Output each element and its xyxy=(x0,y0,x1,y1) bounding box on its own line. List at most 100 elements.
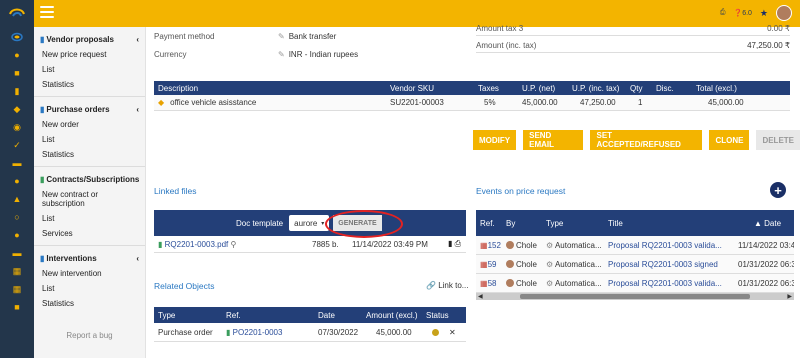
field-label: Amount tax 3 xyxy=(476,24,524,33)
scroll-left-icon[interactable]: ◀ xyxy=(478,293,483,300)
col-status: Status xyxy=(426,310,449,320)
circle-logo-icon[interactable] xyxy=(0,28,34,46)
col-up-net: U.P. (net) xyxy=(522,83,556,93)
sidebar-group-purchase-orders: ▮ Purchase orders ‹ New order List Statist… xyxy=(34,97,145,167)
search-icon[interactable]: ⚲ xyxy=(230,240,236,249)
field-value: 47,250.00 ₹ xyxy=(747,41,790,50)
add-event-button[interactable]: + xyxy=(770,182,786,198)
event-title[interactable]: Proposal RQ2201-0003 signed xyxy=(604,260,734,269)
clone-button[interactable]: CLONE xyxy=(709,130,750,150)
order-icon: ▮ xyxy=(226,327,231,337)
related-objects-title: Related Objects xyxy=(154,281,215,291)
print-icon[interactable]: ⎙ xyxy=(455,239,461,248)
set-accepted-button[interactable]: SET ACCEPTED/REFUSED xyxy=(590,130,703,150)
main-content: Payment method ✎ Bank transfer Currency ✎… xyxy=(146,24,800,358)
help-icon[interactable]: ❓6.0 xyxy=(733,9,751,17)
sidebar-item-statistics[interactable]: Statistics xyxy=(34,147,145,162)
linked-files-title: Linked files xyxy=(154,186,197,196)
sidebar-item-new-price-request[interactable]: New price request xyxy=(34,47,145,62)
sidebar-item-new-order[interactable]: New order xyxy=(34,117,145,132)
order-icon: ▮ xyxy=(40,105,45,114)
sidebar-group-interventions: ▮ Interventions ‹ New intervention List St… xyxy=(34,246,145,315)
sidebar-item-statistics[interactable]: Statistics xyxy=(34,296,145,311)
star-icon[interactable]: ★ xyxy=(760,8,768,19)
coins-icon[interactable]: ● xyxy=(0,172,34,190)
sidebar-group-header[interactable]: ▮ Vendor proposals ‹ xyxy=(34,30,145,47)
home-icon[interactable]: ● xyxy=(0,46,34,64)
highlight-circle xyxy=(325,210,403,238)
unlink-icon[interactable]: ✕ xyxy=(449,328,456,337)
calendar-icon[interactable]: ▦ xyxy=(0,262,34,280)
box-icon[interactable]: ◆ xyxy=(0,100,34,118)
sidebar-item-statistics[interactable]: Statistics xyxy=(34,77,145,92)
report-bug-link[interactable]: Report a bug xyxy=(34,331,145,340)
chevron-left-icon: ‹ xyxy=(136,35,139,44)
event-date: 01/31/2022 06:39 P xyxy=(738,259,794,269)
sidebar-group-header[interactable]: ▮ Contracts/Subscriptions xyxy=(34,170,145,187)
col-date[interactable]: ▲ Date xyxy=(734,219,794,228)
table-row[interactable]: ▦152 Chole ⚙ Automatica... Proposal RQ22… xyxy=(476,236,794,255)
event-title[interactable]: Proposal RQ2201-0003 valida... xyxy=(604,241,734,250)
pencil-icon[interactable]: ✎ xyxy=(278,50,285,59)
chevron-left-icon: ‹ xyxy=(136,105,139,114)
top-right-tools: ⎙ ❓6.0 ★ xyxy=(720,5,792,21)
events-title: Events on price request xyxy=(476,186,566,196)
file-icon: ▮ xyxy=(158,239,163,249)
gear-icon: ⚙ xyxy=(546,259,554,269)
modify-button[interactable]: MODIFY xyxy=(473,130,517,150)
template-select[interactable]: aurore ▾ xyxy=(289,215,330,231)
gift-icon[interactable]: ▦ xyxy=(0,280,34,298)
related-ref[interactable]: PO2201-0003 xyxy=(233,328,283,337)
folder-icon[interactable]: ▬ xyxy=(0,244,34,262)
table-row[interactable]: ▦59 Chole ⚙ Automatica... Proposal RQ220… xyxy=(476,255,794,274)
scroll-right-icon[interactable]: ▶ xyxy=(787,293,792,300)
print-icon[interactable]: ⎙ xyxy=(720,9,726,17)
sidebar-group-vendor-proposals: ▮ Vendor proposals ‹ New price request Lis… xyxy=(34,27,145,97)
table-row[interactable]: Purchase order ▮ PO2201-0003 07/30/2022 … xyxy=(154,323,466,342)
horizontal-scrollbar[interactable]: ◀ ▶ xyxy=(476,293,794,300)
event-ref[interactable]: 59 xyxy=(488,260,497,269)
scrollbar-thumb[interactable] xyxy=(520,294,750,299)
field-label: Payment method xyxy=(154,32,215,41)
sidebar-item-new-intervention[interactable]: New intervention xyxy=(34,266,145,281)
avatar[interactable] xyxy=(776,5,792,21)
sidebar-item-list[interactable]: List xyxy=(34,211,145,226)
user-icon[interactable]: ■ xyxy=(0,64,34,82)
col-taxes: Taxes xyxy=(478,83,499,93)
file-name[interactable]: RQ2201-0003.pdf xyxy=(165,240,229,249)
bank-icon[interactable]: ▲ xyxy=(0,190,34,208)
sidebar-item-list[interactable]: List xyxy=(34,62,145,77)
contract-icon: ▮ xyxy=(40,175,45,184)
event-ref[interactable]: 152 xyxy=(488,241,501,250)
sidebar-item-list[interactable]: List xyxy=(34,132,145,147)
top-bar: ⎙ ❓6.0 ★ xyxy=(34,0,800,27)
event-type: Automatica... xyxy=(554,259,602,269)
sidebar-item-services[interactable]: Services xyxy=(34,226,145,241)
sidebar-item-new-contract[interactable]: New contract or subscription xyxy=(34,187,145,211)
file-row[interactable]: ▮ RQ2201-0003.pdf ⚲ 7885 b. 11/14/2022 0… xyxy=(154,236,466,253)
table-row[interactable]: ▦58 Chole ⚙ Automatica... Proposal RQ220… xyxy=(476,274,794,293)
link-to-button[interactable]: 🔗 Link to... xyxy=(426,281,468,290)
trash-icon[interactable]: ▮ xyxy=(448,239,452,248)
table-row[interactable]: ◆ office vehicle asisstance SU2201-00003 … xyxy=(154,95,790,111)
app-logo[interactable] xyxy=(0,0,34,28)
sidebar-item-list[interactable]: List xyxy=(34,281,145,296)
action-buttons: MODIFY SEND EMAIL SET ACCEPTED/REFUSED C… xyxy=(473,130,800,150)
search-icon[interactable]: ○ xyxy=(0,208,34,226)
related-date: 07/30/2022 xyxy=(318,327,359,337)
events-table: Ref. By Type Title ▲ Date ▦152 Chole ⚙ A… xyxy=(476,210,794,300)
delete-button[interactable]: DELETE xyxy=(756,130,800,150)
pencil-icon[interactable]: ✎ xyxy=(278,32,285,41)
menu-toggle-icon[interactable] xyxy=(40,6,54,18)
document-icon[interactable]: ▮ xyxy=(0,82,34,100)
users-icon[interactable]: ● xyxy=(0,226,34,244)
bicycle-icon[interactable]: ◉ xyxy=(0,118,34,136)
sidebar-group-header[interactable]: ▮ Purchase orders ‹ xyxy=(34,100,145,117)
network-icon[interactable]: ✓ xyxy=(0,136,34,154)
box2-icon[interactable]: ■ xyxy=(0,298,34,316)
briefcase-icon[interactable]: ▬ xyxy=(0,154,34,172)
sidebar-group-header[interactable]: ▮ Interventions ‹ xyxy=(34,249,145,266)
event-title[interactable]: Proposal RQ2201-0003 valida... xyxy=(604,279,734,288)
send-email-button[interactable]: SEND EMAIL xyxy=(523,130,584,150)
event-ref[interactable]: 58 xyxy=(488,279,497,288)
